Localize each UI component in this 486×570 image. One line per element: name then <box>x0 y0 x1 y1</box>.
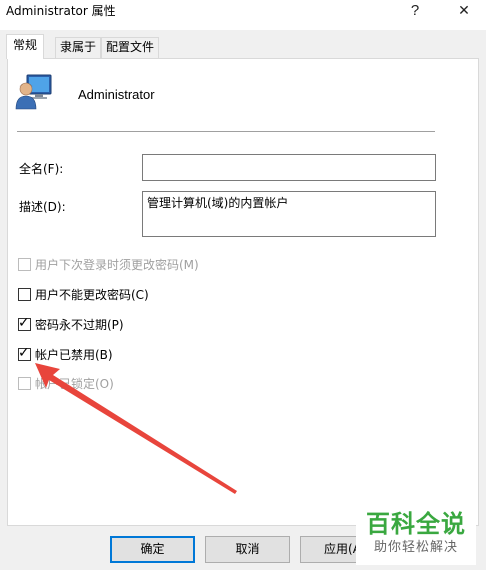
cancel-button[interactable]: 取消 <box>205 536 290 563</box>
checkmark-icon: ✓ <box>18 344 30 361</box>
description-label: 描述(D): <box>19 200 66 214</box>
checkbox-label[interactable]: 帐户已禁用(B) <box>35 346 113 363</box>
separator <box>17 131 435 132</box>
user-name: Administrator <box>78 87 155 102</box>
tab-profile[interactable]: 配置文件 <box>101 37 160 58</box>
checkbox-cannot-change-password[interactable]: 用户不能更改密码(C) <box>18 285 149 303</box>
description-input[interactable]: 管理计算机(域)的内置帐户 <box>142 191 436 237</box>
checkbox-box <box>18 257 31 271</box>
window-title: Administrator 属性 <box>6 4 116 18</box>
checkmark-icon: ✓ <box>18 314 30 331</box>
title-bar: Administrator 属性 ? ✕ <box>0 0 486 30</box>
checkbox-label[interactable]: 密码永不过期(P) <box>35 316 124 333</box>
watermark-title: 百科全说 <box>366 510 466 538</box>
checkbox-must-change-password: 用户下次登录时须更改密码(M) <box>18 255 199 273</box>
watermark: 百科全说 助你轻松解决 <box>356 509 476 565</box>
checkbox-box[interactable] <box>18 287 31 301</box>
fullname-label: 全名(F): <box>19 162 64 176</box>
tab-general[interactable]: 常规 <box>6 34 45 59</box>
close-icon[interactable]: ✕ <box>441 0 486 30</box>
checkbox-box[interactable]: ✓ <box>18 345 31 361</box>
tab-member-of[interactable]: 隶属于 <box>55 37 102 58</box>
checkbox-label[interactable]: 用户不能更改密码(C) <box>35 286 149 303</box>
checkbox-box[interactable]: ✓ <box>18 315 31 331</box>
checkbox-label: 用户下次登录时须更改密码(M) <box>35 257 199 272</box>
fullname-input[interactable] <box>142 154 436 181</box>
watermark-subtitle: 助你轻松解决 <box>373 540 458 555</box>
checkbox-account-locked: 帐户已锁定(O) <box>18 374 114 392</box>
checkbox-label: 帐户已锁定(O) <box>35 376 114 391</box>
help-icon[interactable]: ? <box>392 0 438 30</box>
checkbox-account-disabled[interactable]: ✓ 帐户已禁用(B) <box>18 345 113 363</box>
user-monitor-icon <box>15 74 52 110</box>
checkbox-password-never-expires[interactable]: ✓ 密码永不过期(P) <box>18 315 124 333</box>
checkbox-box <box>18 376 31 390</box>
ok-button[interactable]: 确定 <box>110 536 195 563</box>
